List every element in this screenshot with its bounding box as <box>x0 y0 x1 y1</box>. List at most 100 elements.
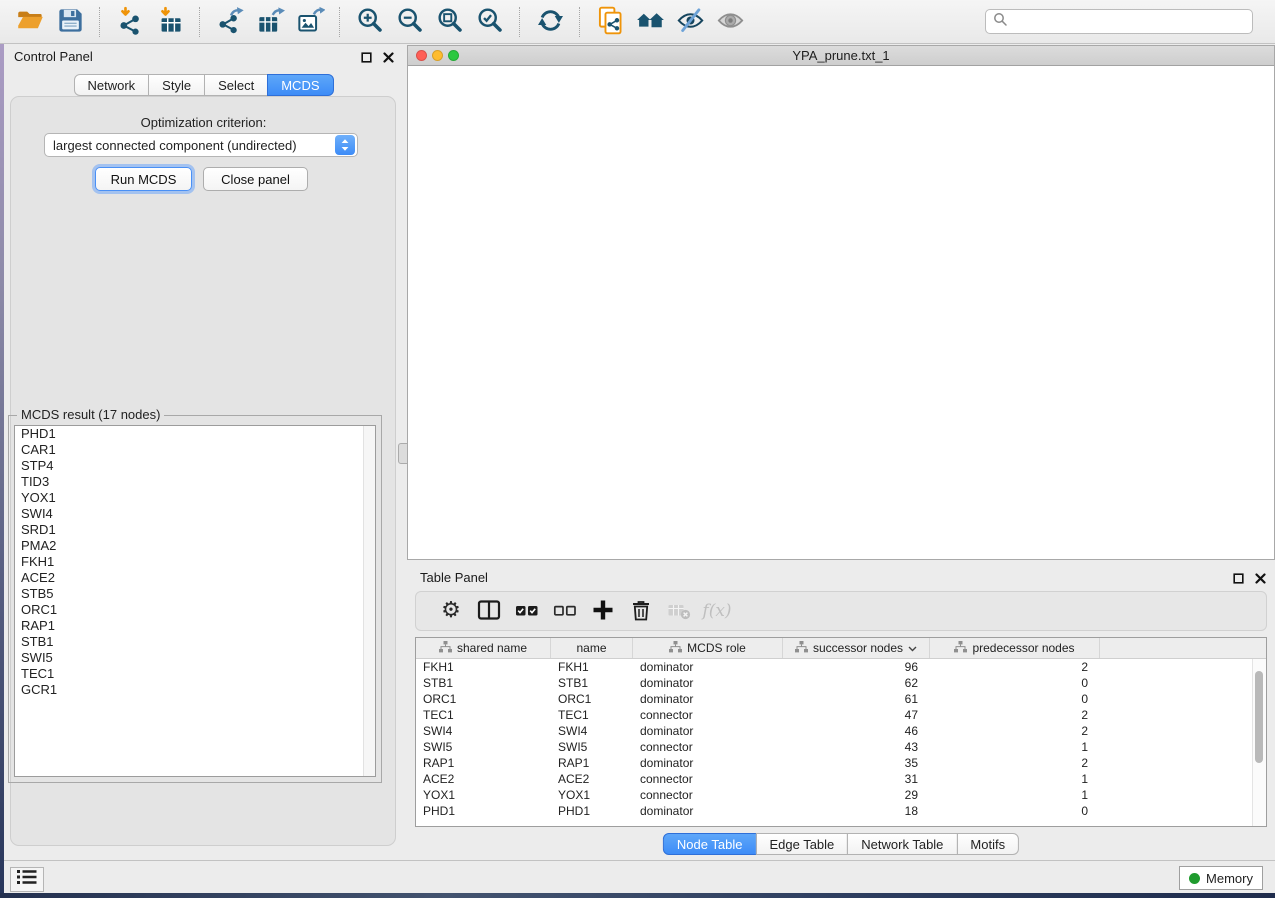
mcds-result-item[interactable]: PMA2 <box>15 538 375 554</box>
mcds-result-box: MCDS result (17 nodes) PHD1CAR1STP4TID3Y… <box>8 415 382 783</box>
table-row[interactable]: PHD1PHD1dominator180 <box>416 803 1266 819</box>
run-mcds-button[interactable]: Run MCDS <box>95 167 192 191</box>
delete-column-button[interactable] <box>622 594 660 628</box>
mcds-result-list[interactable]: PHD1CAR1STP4TID3YOX1SWI4SRD1PMA2FKH1ACE2… <box>14 425 376 777</box>
first-neighbors-button[interactable] <box>630 4 670 40</box>
tab-mcds[interactable]: MCDS <box>267 74 333 96</box>
mcds-result-item[interactable]: STP4 <box>15 458 375 474</box>
zoom-selected-button[interactable] <box>470 4 510 40</box>
close-panel-icon[interactable] <box>381 50 395 64</box>
column-header-name[interactable]: name <box>551 638 633 658</box>
add-column-button[interactable] <box>584 594 622 628</box>
split-view-button[interactable] <box>470 594 508 628</box>
table-row[interactable]: SWI4SWI4dominator462 <box>416 723 1266 739</box>
tab-edge-table[interactable]: Edge Table <box>755 833 848 855</box>
cell-name: RAP1 <box>551 756 633 770</box>
show-all-icon <box>716 6 745 38</box>
export-table-button[interactable] <box>250 4 290 40</box>
export-network-button[interactable] <box>210 4 250 40</box>
mcds-result-item[interactable]: FKH1 <box>15 554 375 570</box>
mcds-result-item[interactable]: STB1 <box>15 634 375 650</box>
cell-MCDS-role: dominator <box>633 804 783 818</box>
mcds-result-item[interactable]: ORC1 <box>15 602 375 618</box>
import-table-button[interactable] <box>150 4 190 40</box>
table-row[interactable]: STB1STB1dominator620 <box>416 675 1266 691</box>
cell-predecessor-nodes: 2 <box>930 660 1100 674</box>
memory-button[interactable]: Memory <box>1179 866 1263 890</box>
float-table-panel-icon[interactable] <box>1231 571 1245 585</box>
search-input[interactable] <box>1008 11 1252 33</box>
mcds-result-item[interactable]: TID3 <box>15 474 375 490</box>
hide-selected-button[interactable] <box>670 4 710 40</box>
table-row[interactable]: ORC1ORC1dominator610 <box>416 691 1266 707</box>
search-box[interactable] <box>985 9 1253 34</box>
mcds-result-item[interactable]: STB5 <box>15 586 375 602</box>
column-header-shared-name[interactable]: shared name <box>416 638 551 658</box>
tab-network-table[interactable]: Network Table <box>847 833 957 855</box>
column-header-MCDS-role[interactable]: MCDS role <box>633 638 783 658</box>
cell-MCDS-role: dominator <box>633 676 783 690</box>
toolbar-separator <box>99 7 101 37</box>
tab-style[interactable]: Style <box>148 74 205 96</box>
close-panel-button[interactable]: Close panel <box>203 167 308 191</box>
close-table-panel-icon[interactable] <box>1253 571 1267 585</box>
tab-node-table[interactable]: Node Table <box>663 833 757 855</box>
zoom-out-button[interactable] <box>390 4 430 40</box>
save-session-button[interactable] <box>50 4 90 40</box>
table-options-button[interactable]: ⚙ <box>432 594 470 628</box>
node-table: shared namename MCDS role successor nodesp… <box>415 637 1267 827</box>
mcds-result-item[interactable]: GCR1 <box>15 682 375 698</box>
table-scrollbar-thumb[interactable] <box>1255 671 1263 763</box>
table-row[interactable]: YOX1YOX1connector291 <box>416 787 1266 803</box>
deselect-all-button[interactable] <box>546 594 584 628</box>
mcds-result-item[interactable]: RAP1 <box>15 618 375 634</box>
zoom-in-button[interactable] <box>350 4 390 40</box>
mcds-result-item[interactable]: SRD1 <box>15 522 375 538</box>
import-network-icon <box>116 6 145 38</box>
import-table-icon <box>156 6 185 38</box>
column-header-filler <box>1100 638 1266 658</box>
cell-predecessor-nodes: 2 <box>930 756 1100 770</box>
mcds-result-item[interactable]: PHD1 <box>15 426 375 442</box>
task-history-button[interactable] <box>10 867 44 892</box>
cell-successor-nodes: 31 <box>783 772 930 786</box>
mcds-result-item[interactable]: SWI4 <box>15 506 375 522</box>
chevron-down-icon <box>908 641 917 655</box>
table-row[interactable]: ACE2ACE2connector311 <box>416 771 1266 787</box>
refresh-view-button[interactable] <box>530 4 570 40</box>
mcds-result-item[interactable]: CAR1 <box>15 442 375 458</box>
cell-name: TEC1 <box>551 708 633 722</box>
float-panel-icon[interactable] <box>359 50 373 64</box>
cell-successor-nodes: 29 <box>783 788 930 802</box>
mcds-result-item[interactable]: YOX1 <box>15 490 375 506</box>
mcds-result-item[interactable]: SWI5 <box>15 650 375 666</box>
import-network-button[interactable] <box>110 4 150 40</box>
clone-network-button[interactable] <box>590 4 630 40</box>
mcds-result-item[interactable]: TEC1 <box>15 666 375 682</box>
mcds-list-scrollbar[interactable] <box>363 426 375 776</box>
column-header-predecessor-nodes[interactable]: predecessor nodes <box>930 638 1100 658</box>
table-row[interactable]: RAP1RAP1dominator352 <box>416 755 1266 771</box>
cell-predecessor-nodes: 1 <box>930 772 1100 786</box>
tab-select[interactable]: Select <box>204 74 268 96</box>
zoom-fit-button[interactable] <box>430 4 470 40</box>
cell-shared-name: STB1 <box>416 676 551 690</box>
tab-motifs[interactable]: Motifs <box>956 833 1019 855</box>
optimization-criterion-select[interactable]: largest connected component (undirected) <box>44 133 358 157</box>
network-view-window: YPA_prune.txt_1 <box>407 45 1275 560</box>
table-row[interactable]: SWI5SWI5connector431 <box>416 739 1266 755</box>
column-header-successor-nodes[interactable]: successor nodes <box>783 638 930 658</box>
mcds-result-item[interactable]: ACE2 <box>15 570 375 586</box>
tab-network[interactable]: Network <box>73 74 149 96</box>
select-all-button[interactable] <box>508 594 546 628</box>
network-canvas[interactable] <box>408 65 1274 559</box>
column-label: MCDS role <box>687 641 746 655</box>
export-image-button[interactable] <box>290 4 330 40</box>
show-all-button[interactable] <box>710 4 750 40</box>
refresh-view-icon <box>536 6 565 38</box>
table-row[interactable]: TEC1TEC1connector472 <box>416 707 1266 723</box>
column-tree-icon <box>669 641 682 656</box>
open-file-button[interactable] <box>10 4 50 40</box>
table-scrollbar <box>1252 659 1266 826</box>
table-row[interactable]: FKH1FKH1dominator962 <box>416 659 1266 675</box>
